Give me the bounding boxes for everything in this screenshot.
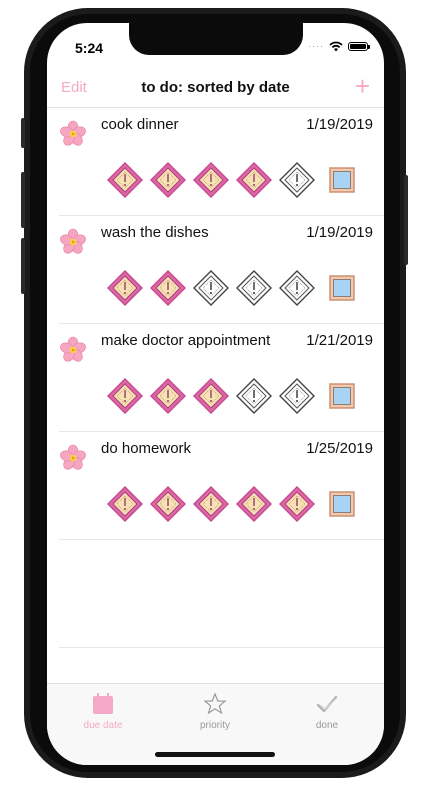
priority-diamond-empty-icon[interactable] — [279, 162, 315, 198]
calendar-icon — [93, 693, 113, 714]
priority-diamond-filled-icon[interactable] — [193, 486, 229, 522]
task-row[interactable]: cook dinner 1/19/2019 — [59, 108, 384, 216]
tab-bar: due date priority done — [47, 683, 384, 765]
task-due-date: 1/19/2019 — [306, 224, 373, 241]
task-title: do homework — [101, 440, 192, 457]
priority-diamond-filled-icon[interactable] — [193, 378, 229, 414]
priority-selector — [107, 270, 315, 306]
navigation-bar: Edit to do: sorted by date + — [47, 71, 384, 108]
priority-diamond-filled-icon[interactable] — [150, 162, 186, 198]
priority-diamond-empty-icon[interactable] — [279, 378, 315, 414]
device-volume-up — [21, 172, 25, 228]
flower-icon — [59, 120, 87, 148]
task-due-date: 1/25/2019 — [306, 440, 373, 457]
done-checkbox[interactable] — [329, 491, 355, 517]
tab-label: priority — [199, 720, 230, 731]
done-checkbox[interactable] — [329, 167, 355, 193]
task-title: cook dinner — [101, 116, 179, 133]
flower-icon — [59, 336, 87, 364]
tab-label: done — [315, 720, 339, 731]
flower-icon — [59, 228, 87, 256]
done-checkbox[interactable] — [329, 383, 355, 409]
device-volume-down — [21, 238, 25, 294]
priority-diamond-filled-icon[interactable] — [236, 162, 272, 198]
home-indicator — [155, 752, 275, 757]
task-list: cook dinner 1/19/2019 wash the dishes 1/19/… — [47, 108, 384, 648]
device-power-button — [404, 175, 408, 265]
task-row[interactable]: do homework 1/25/2019 — [59, 432, 384, 540]
done-checkbox[interactable] — [329, 275, 355, 301]
priority-diamond-filled-icon[interactable] — [279, 486, 315, 522]
priority-diamond-filled-icon[interactable] — [107, 270, 143, 306]
tab-done[interactable]: done — [271, 692, 383, 731]
battery-icon — [348, 41, 370, 51]
priority-diamond-filled-icon[interactable] — [150, 378, 186, 414]
task-due-date: 1/21/2019 — [306, 332, 373, 349]
status-indicators: ···· — [308, 39, 370, 53]
star-icon — [203, 692, 227, 715]
app-screen: 5:24 ···· Edit to do: sorted by date + c… — [47, 23, 384, 765]
priority-diamond-empty-icon[interactable] — [279, 270, 315, 306]
tab-label: due date — [83, 720, 123, 731]
wifi-icon — [329, 41, 343, 51]
device-mute-switch — [21, 118, 25, 148]
add-task-button[interactable]: + — [355, 73, 370, 99]
task-title: make doctor appointment — [101, 332, 271, 349]
priority-selector — [107, 486, 315, 522]
priority-diamond-filled-icon[interactable] — [193, 162, 229, 198]
task-due-date: 1/19/2019 — [306, 116, 373, 133]
signal-icon: ···· — [308, 41, 324, 51]
notch — [129, 23, 303, 55]
priority-selector — [107, 162, 315, 198]
priority-diamond-filled-icon[interactable] — [107, 486, 143, 522]
priority-diamond-filled-icon[interactable] — [150, 270, 186, 306]
tab-due-date[interactable]: due date — [47, 692, 159, 731]
task-row[interactable]: make doctor appointment 1/21/2019 — [59, 324, 384, 432]
priority-diamond-filled-icon[interactable] — [236, 486, 272, 522]
task-title: wash the dishes — [101, 224, 209, 241]
priority-diamond-filled-icon[interactable] — [150, 486, 186, 522]
flower-icon — [59, 444, 87, 472]
empty-row — [59, 540, 384, 648]
page-title: to do: sorted by date — [141, 79, 290, 96]
priority-diamond-empty-icon[interactable] — [236, 378, 272, 414]
priority-diamond-filled-icon[interactable] — [107, 378, 143, 414]
priority-diamond-empty-icon[interactable] — [193, 270, 229, 306]
priority-diamond-empty-icon[interactable] — [236, 270, 272, 306]
priority-diamond-filled-icon[interactable] — [107, 162, 143, 198]
checkmark-icon — [316, 695, 338, 713]
priority-selector — [107, 378, 315, 414]
task-row[interactable]: wash the dishes 1/19/2019 — [59, 216, 384, 324]
tab-priority[interactable]: priority — [159, 692, 271, 731]
status-time: 5:24 — [75, 40, 104, 56]
